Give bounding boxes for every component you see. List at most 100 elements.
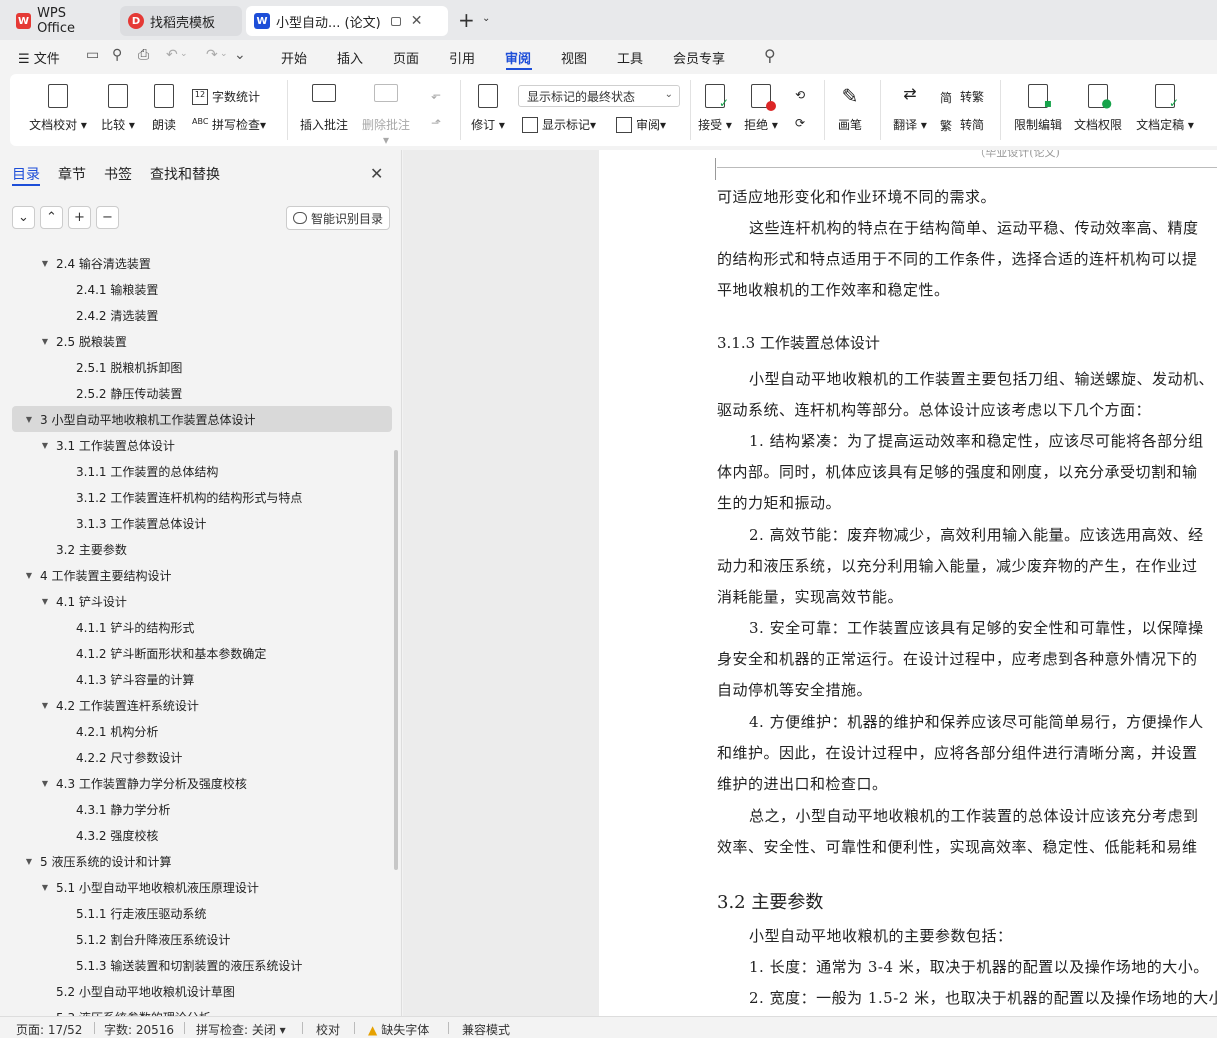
toc-item[interactable]: 5.1.3 输送装置和切割装置的液压系统设计 (12, 952, 392, 978)
delete-comment-button[interactable]: 删除批注 ▾ (358, 84, 414, 147)
restore-icon[interactable] (390, 16, 401, 26)
prev-comment-icon[interactable]: ⬐ (426, 88, 446, 102)
toc-toggle-icon[interactable]: ▼ (24, 857, 34, 866)
toc-item[interactable]: ▼ 5.1 小型自动平地收粮机液压原理设计 (12, 874, 392, 900)
next-change-icon[interactable]: ⟳ (790, 116, 810, 130)
doc-proof-button[interactable]: 文档校对 ▾ (28, 84, 88, 133)
toc-item[interactable]: 4.3.1 静力学分析 (12, 796, 392, 822)
toc-item[interactable]: 4.2.1 机构分析 (12, 718, 392, 744)
toc-item[interactable]: 4.2.2 尺寸参数设计 (12, 744, 392, 770)
chevron-down-icon[interactable]: ⌄ (220, 49, 228, 59)
chevron-down-icon[interactable]: ⌄ (482, 13, 490, 24)
next-comment-icon[interactable]: ⬏ (426, 116, 446, 130)
new-tab-icon[interactable]: + (458, 8, 475, 32)
missing-font-status[interactable]: ▲ 缺失字体 (368, 1021, 429, 1038)
close-icon[interactable]: ✕ (411, 13, 423, 29)
word-count[interactable]: 字数: 20516 (104, 1021, 174, 1038)
search-icon[interactable]: ⚲ (764, 46, 776, 65)
tab-document[interactable]: W 小型自动... (论文) ✕ (246, 6, 448, 36)
document-page[interactable]: （毕业设计(论文) 3.1.3 工作装置总体设计 3.2 主要参数 可适应地形变… (599, 150, 1217, 1016)
proof-status[interactable]: 校对 (316, 1021, 340, 1038)
toc-toggle-icon[interactable]: ▼ (40, 883, 50, 892)
review-pane-button[interactable]: 审阅 ▾ (616, 116, 666, 133)
toc-item[interactable]: 5.1.2 割台升降液压系统设计 (12, 926, 392, 952)
close-icon[interactable]: ✕ (370, 164, 383, 183)
spell-check-status[interactable]: 拼写检查: 关闭 ▾ (196, 1021, 286, 1038)
insert-comment-button[interactable]: 插入批注 (298, 84, 350, 133)
nav-tab-sections[interactable]: 章节 (58, 164, 86, 184)
doc-permission-button[interactable]: ● 文档权限 (1072, 84, 1124, 133)
scrollbar[interactable] (394, 450, 398, 870)
toc-item[interactable]: 3.1.3 工作装置总体设计 (12, 510, 392, 536)
toc-item[interactable]: ▼ 4.2 工作装置连杆系统设计 (12, 692, 392, 718)
save-icon[interactable]: ▭ (86, 47, 99, 63)
toc-item[interactable]: 5.3 液压系统参数的理论分析 (12, 1004, 392, 1017)
toc-item[interactable]: 2.5.1 脱粮机拆卸图 (12, 354, 392, 380)
chevron-down-icon[interactable]: ⌄ (180, 49, 188, 59)
page-count[interactable]: 页面: 17/52 (16, 1021, 82, 1038)
spell-check-button[interactable]: ABC 拼写检查 ▾ (192, 116, 266, 133)
toc-item[interactable]: 2.5.2 静压传动装置 (12, 380, 392, 406)
nav-tab-find-replace[interactable]: 查找和替换 (150, 164, 220, 184)
word-count-button[interactable]: 12 字数统计 (192, 88, 260, 105)
toc-item[interactable]: ▼ 2.5 脱粮装置 (12, 328, 392, 354)
toc-toggle-icon[interactable]: ▼ (24, 415, 34, 424)
menu-review[interactable]: 审阅 (505, 48, 531, 67)
toc-toggle-icon[interactable]: ▼ (40, 441, 50, 450)
accept-button[interactable]: ✓ 接受 ▾ (698, 84, 732, 133)
read-aloud-button[interactable]: 朗读 (148, 84, 180, 133)
toc-toggle-icon[interactable]: ▼ (40, 701, 50, 710)
toc-item[interactable]: 5.2 小型自动平地收粮机设计草图 (12, 978, 392, 1004)
toc-toggle-icon[interactable]: ▼ (40, 337, 50, 346)
file-menu[interactable]: ☰ 文件 (18, 48, 60, 67)
toc-toggle-icon[interactable]: ▼ (40, 597, 50, 606)
toc-item[interactable]: ▼ 5 液压系统的设计和计算 (12, 848, 392, 874)
share-icon[interactable]: ⚲ (112, 47, 122, 63)
toc-item[interactable]: 2.4.2 清选装置 (12, 302, 392, 328)
track-changes-button[interactable]: 修订 ▾ (468, 84, 508, 133)
restrict-edit-button[interactable]: ▪ 限制编辑 (1010, 84, 1066, 133)
toc-item[interactable]: ▼ 3.1 工作装置总体设计 (12, 432, 392, 458)
to-traditional-button[interactable]: 简 转繁 (940, 88, 984, 105)
undo-icon[interactable]: ↶ (166, 47, 178, 63)
redo-icon[interactable]: ↷ (206, 47, 218, 63)
reject-button[interactable]: 拒绝 ▾ (744, 84, 778, 133)
more-chevron-icon[interactable]: ⌄ (234, 47, 246, 63)
print-preview-icon[interactable]: ⎙ (138, 47, 149, 63)
pen-button[interactable]: ✎ 画笔 (834, 84, 866, 133)
compare-button[interactable]: 比较 ▾ (98, 84, 138, 133)
toc-item[interactable]: 5.1.1 行走液压驱动系统 (12, 900, 392, 926)
prev-change-icon[interactable]: ⟲ (790, 88, 810, 102)
expand-up-button[interactable]: ⌃ (40, 206, 63, 229)
toc-item[interactable]: 4.1.2 铲斗断面形状和基本参数确定 (12, 640, 392, 666)
doc-finalize-button[interactable]: ✓ 文档定稿 ▾ (1132, 84, 1198, 133)
translate-button[interactable]: ⇄ 翻译 ▾ (890, 84, 930, 133)
add-heading-button[interactable]: + (68, 206, 91, 229)
toc-toggle-icon[interactable]: ▼ (24, 571, 34, 580)
remove-heading-button[interactable]: − (96, 206, 119, 229)
toc-item[interactable]: ▼ 3 小型自动平地收粮机工作装置总体设计 (12, 406, 392, 432)
menu-reference[interactable]: 引用 (449, 48, 475, 67)
collapse-all-button[interactable]: ⌄ (12, 206, 35, 229)
menu-tools[interactable]: 工具 (617, 48, 643, 67)
toc-item[interactable]: 3.1.2 工作装置连杆机构的结构形式与特点 (12, 484, 392, 510)
menu-home[interactable]: 开始 (281, 48, 307, 67)
toc-item[interactable]: 3.1.1 工作装置的总体结构 (12, 458, 392, 484)
toc-item[interactable]: 4.1.3 铲斗容量的计算 (12, 666, 392, 692)
toc-item[interactable]: ▼ 4.3 工作装置静力学分析及强度校核 (12, 770, 392, 796)
to-simplified-button[interactable]: 繁 转简 (940, 116, 984, 133)
show-markup-button[interactable]: 显示标记 ▾ (522, 116, 596, 133)
display-state-select[interactable]: 显示标记的最终状态 ⌄ (518, 85, 680, 107)
toc-item[interactable]: 4.1.1 铲斗的结构形式 (12, 614, 392, 640)
menu-page[interactable]: 页面 (393, 48, 419, 67)
toc-toggle-icon[interactable]: ▼ (40, 779, 50, 788)
menu-view[interactable]: 视图 (561, 48, 587, 67)
toc-item[interactable]: 4.3.2 强度校核 (12, 822, 392, 848)
toc-item[interactable]: ▼ 4 工作装置主要结构设计 (12, 562, 392, 588)
nav-tab-bookmarks[interactable]: 书签 (104, 164, 132, 184)
toc-item[interactable]: ▼ 4.1 铲斗设计 (12, 588, 392, 614)
toc-item[interactable]: ▼ 2.4 输谷清选装置 (12, 250, 392, 276)
toc-toggle-icon[interactable]: ▼ (40, 259, 50, 268)
menu-insert[interactable]: 插入 (337, 48, 363, 67)
toc-item[interactable]: 3.2 主要参数 (12, 536, 392, 562)
